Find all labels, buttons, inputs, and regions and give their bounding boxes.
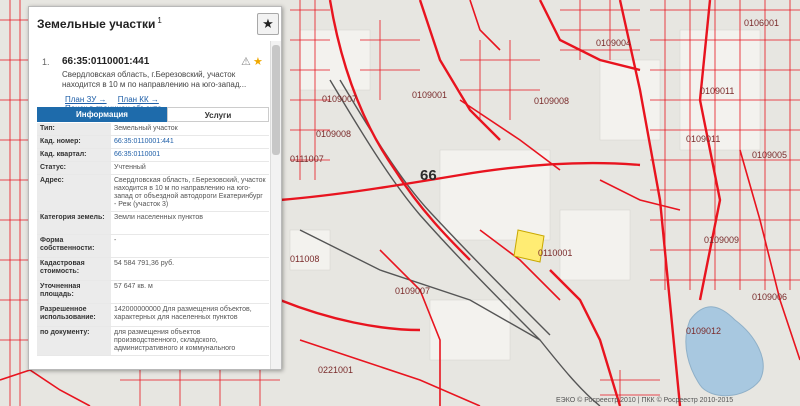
map-quarter-label: 0109012: [686, 326, 721, 336]
info-tabs: Информация Услуги: [37, 107, 269, 122]
map-quarter-label: 0109011: [686, 134, 720, 144]
map-quarter-label: 0109006: [752, 292, 787, 302]
map-quarter-label: 0109001: [412, 90, 447, 100]
item-address: Свердловская область, г.Березовский, уча…: [62, 70, 247, 89]
info-table: Тип: Земельный участок Кад. номер: 66:35:0…: [37, 123, 269, 356]
map-quarter-label: 0221001: [318, 365, 353, 375]
land-plots-panel: Земельные участки 1 ★ 1. 66:35:0110001:44…: [28, 6, 282, 370]
map-quarter-label: 0109005: [752, 150, 787, 160]
plan-kk-link[interactable]: План КК →: [118, 95, 159, 104]
table-row: Адрес: Свердловская область, г.Березовски…: [37, 174, 269, 212]
cadastral-number[interactable]: 66:35:0110001:441: [62, 56, 149, 67]
tab-information[interactable]: Информация: [37, 107, 167, 122]
table-row: Кад. квартал: 66:35:0110001: [37, 148, 269, 162]
map-quarter-label: 0106001: [744, 18, 779, 28]
table-row: Форма собственности: -: [37, 234, 269, 258]
table-row: Уточненная площадь: 57 647 кв. м: [37, 280, 269, 304]
item-number: 1.: [42, 57, 50, 67]
table-row: Разрешенное использование: 142000000000 Д…: [37, 303, 269, 327]
map-quarter-label: 0110001: [538, 248, 572, 258]
panel-scroll-area[interactable]: 1. 66:35:0110001:441 ⚠ ★ Свердловская об…: [29, 41, 269, 369]
table-row: по документу: для размещения объектов про…: [37, 326, 269, 356]
map-quarter-label: 0109008: [316, 129, 351, 139]
table-row: Тип: Земельный участок: [37, 123, 269, 136]
panel-title: Земельные участки 1: [37, 16, 162, 31]
table-row: Категория земель: Земли населенных пункто…: [37, 211, 269, 235]
map-quarter-label: 0109004: [596, 38, 631, 48]
star-icon[interactable]: ★: [253, 55, 263, 68]
tab-services[interactable]: Услуги: [167, 107, 269, 122]
table-row: Статус: Учтенный: [37, 161, 269, 175]
map-quarter-label: 0109011: [700, 86, 734, 96]
favorites-button[interactable]: ★: [257, 13, 279, 35]
map-quarter-label: 0109009: [704, 235, 739, 245]
map-quarter-label: 0109008: [534, 96, 569, 106]
map-quarter-label: 0111007: [290, 154, 324, 164]
result-count: 1: [157, 16, 162, 25]
star-icon: ★: [262, 16, 274, 31]
scrollbar-thumb[interactable]: [272, 45, 280, 155]
cad-quarter-link[interactable]: 66:35:0110001: [111, 148, 269, 162]
warning-icon[interactable]: ⚠: [241, 55, 251, 68]
panel-header: Земельные участки 1 ★: [29, 7, 281, 41]
map-quarter-label: 0109007: [395, 286, 430, 296]
map-region-label: 66: [420, 167, 437, 184]
map-quarter-label: 0109007: [322, 94, 357, 104]
table-row: Кадастровая стоимость: 54 584 791,36 руб.: [37, 257, 269, 281]
cad-number-link[interactable]: 66:35:0110001:441: [111, 135, 269, 149]
scrollbar[interactable]: [270, 41, 281, 369]
table-row: Кад. номер: 66:35:0110001:441: [37, 135, 269, 149]
plan-zu-link[interactable]: План ЗУ →: [65, 95, 107, 104]
map-quarter-label: 011008: [290, 254, 319, 264]
map-copyright: ЕЭКО © Росреестр 2010 | ПКК © Росреестр …: [556, 396, 733, 404]
